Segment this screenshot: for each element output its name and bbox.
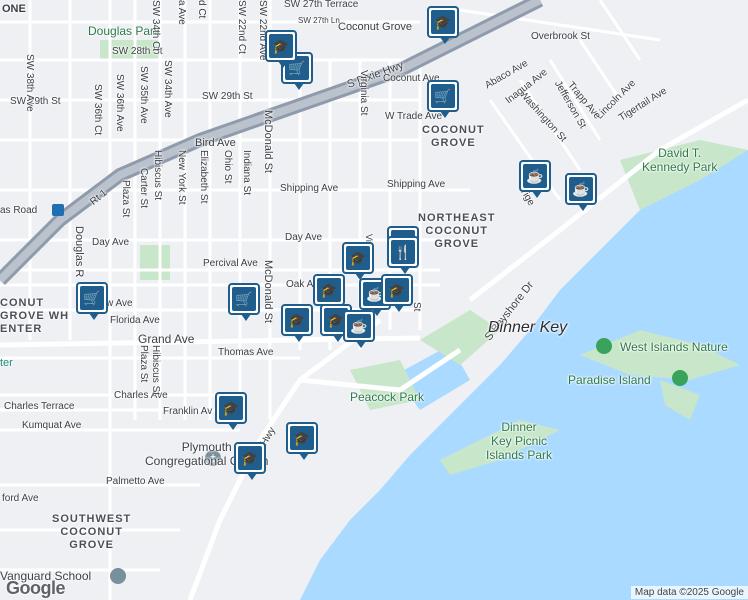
ford-ave-label: ford Ave bbox=[2, 493, 39, 504]
day-ave-label: Day Ave bbox=[285, 232, 323, 243]
bird-ave-label: Bird Ave bbox=[195, 137, 236, 149]
plaza-st-label-2: Plaza St bbox=[138, 345, 149, 383]
sw-22nd-ct-label: SW 22nd Ct bbox=[236, 0, 247, 54]
school-pin[interactable]: 🎓 bbox=[313, 274, 345, 312]
cafe-pin[interactable]: ☕ bbox=[343, 310, 375, 348]
indiana-st-label: Indiana St bbox=[241, 150, 252, 196]
neighborhood-one: ONE bbox=[2, 3, 26, 15]
thomas-ave-label: Thomas Ave bbox=[218, 347, 274, 358]
peacock-park-label: Peacock Park bbox=[350, 390, 425, 404]
d-ct-label: d Ct bbox=[196, 0, 207, 19]
hibiscus-st-label: Hibiscus St bbox=[152, 150, 163, 201]
school-icon: 🎓 bbox=[317, 278, 341, 302]
percival-ave-label: Percival Ave bbox=[203, 258, 258, 269]
charles-terrace-label: Charles Terrace bbox=[4, 401, 75, 412]
shopping-cart-icon: 🛒 bbox=[80, 286, 104, 310]
shopping-cart-icon: 🛒 bbox=[431, 84, 455, 108]
day-ave-label-w: Day Ave bbox=[92, 237, 130, 248]
sw-34th-ave-label: SW 34th Ave bbox=[162, 60, 173, 118]
mcdonald-st-label-2: McDonald St bbox=[262, 260, 274, 323]
coconut-grove-road-label: Coconut Grove bbox=[338, 21, 412, 33]
shipping-ave-label-e: Shipping Ave bbox=[387, 179, 446, 190]
coconut-grove-neighborhood-label: COCONUT GROVE bbox=[422, 124, 485, 149]
transit-icon[interactable] bbox=[52, 204, 64, 216]
sw-29th-st-label: SW 29th St bbox=[10, 96, 61, 107]
school-icon: 🎓 bbox=[219, 396, 243, 420]
sw-35th-ave-label: SW 35th Ave bbox=[138, 66, 149, 124]
ew-ave-label: w Ave bbox=[106, 298, 133, 309]
school-icon: 🎓 bbox=[431, 10, 455, 34]
restaurant-pin[interactable]: 🍴 bbox=[387, 236, 419, 274]
school-pin[interactable]: 🎓 bbox=[281, 304, 313, 342]
school-icon: 🎓 bbox=[290, 426, 314, 450]
as-road-label: as Road bbox=[0, 205, 38, 216]
new-york-st-label: New York St bbox=[176, 150, 187, 205]
map-data-attribution[interactable]: Map data ©2025 Google bbox=[630, 586, 748, 599]
dinner-key-label: Dinner Key bbox=[488, 319, 568, 336]
coffee-cup-icon: ☕ bbox=[347, 314, 371, 338]
google-logo[interactable]: Google bbox=[6, 578, 66, 599]
school-pin[interactable]: 🎓 bbox=[342, 242, 374, 280]
a-ave-label: a Ave bbox=[176, 0, 187, 25]
carter-st-label: Carter St bbox=[138, 168, 149, 209]
park-tree-icon-2[interactable] bbox=[672, 370, 688, 386]
shipping-ave-label-w: Shipping Ave bbox=[280, 183, 339, 194]
school-pin[interactable]: 🎓 bbox=[265, 30, 297, 68]
school-icon: 🎓 bbox=[346, 246, 370, 270]
school-pin[interactable]: 🎓 bbox=[427, 6, 459, 44]
shopping-cart-icon: 🛒 bbox=[232, 287, 256, 311]
w-trade-ave-label: W Trade Ave bbox=[385, 111, 443, 122]
sw-27th-terrace-label: SW 27th Terrace bbox=[284, 0, 359, 10]
northeast-coconut-grove-label: NORTHEAST COCONUT GROVE bbox=[418, 212, 496, 250]
coffee-cup-icon: ☕ bbox=[523, 164, 547, 188]
sw-34th-ct-label: SW 34th Ct bbox=[150, 0, 161, 52]
plaza-st-label: Plaza St bbox=[120, 180, 131, 218]
coconut-grove-wh-center-label: CONUT GROVE WH ENTER bbox=[0, 297, 70, 335]
virginia-st-label: Virginia St bbox=[358, 70, 369, 116]
sw-29th-st-label-2: SW 29th St bbox=[202, 91, 253, 102]
coffee-cup-icon: ☕ bbox=[569, 177, 593, 201]
school-icon: 🎓 bbox=[269, 34, 293, 58]
school-icon: 🎓 bbox=[238, 446, 262, 470]
shopping-pin[interactable]: 🛒 bbox=[228, 283, 260, 321]
ohio-st-label: Ohio St bbox=[222, 150, 233, 184]
school-icon: 🎓 bbox=[385, 278, 409, 302]
hibiscus-st-label-2: Hibiscus St bbox=[150, 345, 161, 396]
center-label-fragment: ter bbox=[0, 357, 13, 369]
shopping-pin[interactable]: 🛒 bbox=[427, 80, 459, 118]
fork-knife-icon: 🍴 bbox=[391, 240, 415, 264]
park-tree-icon[interactable] bbox=[596, 338, 612, 354]
school-pin[interactable]: 🎓 bbox=[215, 392, 247, 430]
sw-27th-ln-label: SW 27th Ln bbox=[298, 16, 340, 25]
school-pin[interactable]: 🎓 bbox=[286, 422, 318, 460]
overbrook-st-label: Overbrook St bbox=[531, 31, 590, 42]
douglas-rd-label: Douglas R bbox=[73, 226, 85, 278]
sw-38th-ave-label: SW 38th Ave bbox=[24, 54, 35, 112]
elizabeth-st-label: Elizabeth St bbox=[198, 150, 209, 204]
cafe-pin[interactable]: ☕ bbox=[519, 160, 551, 198]
southwest-coconut-grove-label: SOUTHWEST COCONUT GROVE bbox=[52, 513, 132, 551]
paradise-island-label: Paradise Island bbox=[568, 373, 651, 387]
mcdonald-st-label: McDonald St bbox=[262, 110, 274, 173]
palmetto-ave-label: Palmetto Ave bbox=[106, 476, 165, 487]
kumquat-ave-label: Kumquat Ave bbox=[22, 420, 82, 431]
dinner-key-picnic-label: Dinner Key Picnic Islands Park bbox=[486, 420, 553, 462]
shopping-pin[interactable]: 🛒 bbox=[76, 282, 108, 320]
cafe-pin[interactable]: ☕ bbox=[565, 173, 597, 211]
west-islands-nature-label: West Islands Nature bbox=[620, 340, 728, 354]
school-poi-icon[interactable] bbox=[110, 568, 126, 584]
david-kennedy-park-label: David T. Kennedy Park bbox=[642, 146, 718, 174]
florida-ave-label: Florida Ave bbox=[110, 315, 160, 326]
school-icon: 🎓 bbox=[285, 308, 309, 332]
grand-ave-label: Grand Ave bbox=[138, 332, 195, 346]
park-green bbox=[140, 245, 170, 280]
franklin-ave-label: Franklin Av bbox=[163, 406, 213, 417]
sw-36th-ave-label: SW 36th Ave bbox=[114, 74, 125, 132]
school-pin[interactable]: 🎓 bbox=[381, 274, 413, 312]
school-pin[interactable]: 🎓 bbox=[234, 442, 266, 480]
sw-36th-ct-label: SW 36th Ct bbox=[92, 84, 103, 136]
